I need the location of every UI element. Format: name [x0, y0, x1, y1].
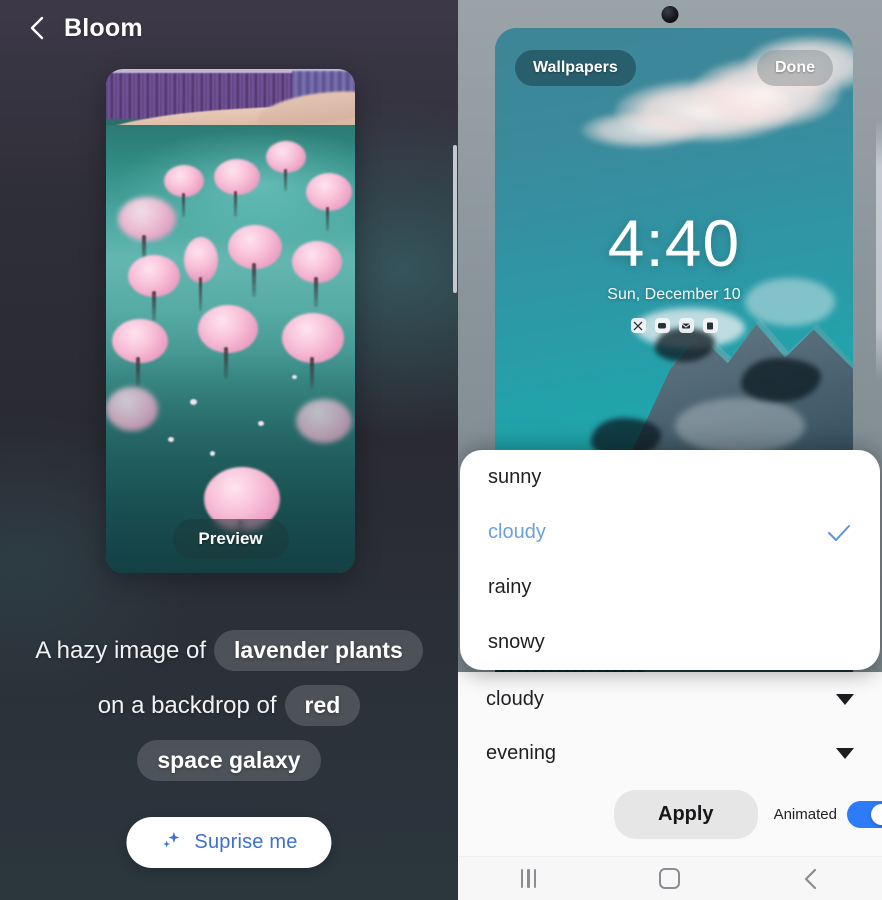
camera-punch-hole — [661, 6, 679, 23]
preview-image — [106, 69, 355, 573]
back-icon[interactable] — [776, 857, 846, 900]
panel-scrollbar[interactable] — [453, 145, 457, 293]
back-chevron-icon[interactable] — [22, 13, 52, 43]
android-nav-bar — [458, 856, 882, 900]
wallpapers-button[interactable]: Wallpapers — [515, 50, 636, 86]
prompt-line-2: on a backdrop of red — [18, 685, 440, 726]
animated-toggle-group: Animated — [774, 801, 882, 828]
recents-icon[interactable] — [494, 857, 564, 900]
prompt-builder: A hazy image of lavender plants on a bac… — [0, 630, 458, 795]
weather-dropdown-menu: sunny cloudy rainy snowy — [460, 450, 880, 670]
wallpaper-preview-card[interactable]: Preview — [106, 69, 355, 573]
prompt-chip-backdrop[interactable]: space galaxy — [137, 740, 321, 781]
dropdown-option-sunny[interactable]: sunny — [460, 450, 880, 505]
mail-icon[interactable] — [678, 318, 694, 333]
clipboard-icon[interactable] — [702, 318, 718, 333]
dropdown-option-label: cloudy — [488, 521, 546, 543]
weather-select-value: cloudy — [486, 687, 544, 710]
dropdown-option-label: rainy — [488, 576, 532, 598]
caret-down-icon — [836, 693, 854, 705]
message-icon[interactable] — [654, 318, 670, 333]
apply-button[interactable]: Apply — [614, 790, 758, 839]
wallpaper-settings-sheet: cloudy evening Apply Animated — [458, 672, 882, 856]
dropdown-option-label: snowy — [488, 631, 545, 653]
check-icon — [826, 523, 852, 543]
prompt-chip-subject[interactable]: lavender plants — [214, 630, 423, 671]
prompt-static-2: on a backdrop of — [97, 691, 277, 719]
generator-panel: Bloom Preview A hazy image of lavender p… — [0, 0, 458, 900]
caret-down-icon — [836, 747, 854, 759]
animated-toggle[interactable] — [846, 801, 882, 828]
action-row: Apply Animated — [458, 780, 882, 839]
done-button[interactable]: Done — [757, 50, 833, 86]
app-root: Bloom Preview A hazy image of lavender p… — [0, 0, 882, 900]
time-of-day-select[interactable]: evening — [458, 726, 882, 780]
page-title: Bloom — [64, 13, 143, 42]
animated-label: Animated — [773, 806, 837, 823]
dropdown-option-label: sunny — [488, 466, 542, 488]
phone-preview-panel: Wallpapers Done 4:40 Sun, December 10 cl… — [458, 0, 882, 900]
time-of-day-select-value: evening — [486, 741, 557, 764]
prompt-static-1: A hazy image of — [35, 636, 207, 664]
dropdown-option-cloudy[interactable]: cloudy — [460, 505, 880, 560]
home-icon[interactable] — [635, 857, 705, 900]
surprise-me-label: Suprise me — [194, 831, 298, 853]
toggle-knob — [870, 804, 882, 825]
lockscreen-date: Sun, December 10 — [607, 286, 741, 303]
weather-select[interactable]: cloudy — [458, 672, 882, 726]
surprise-me-button[interactable]: Suprise me — [126, 817, 332, 868]
prompt-line-1: A hazy image of lavender plants — [18, 630, 440, 671]
prompt-chip-color[interactable]: red — [284, 685, 361, 726]
notification-icons — [495, 318, 853, 333]
prompt-line-3: space galaxy — [18, 740, 440, 781]
top-bar: Bloom — [0, 0, 458, 56]
dropdown-option-snowy[interactable]: snowy — [460, 615, 880, 670]
dropdown-option-rainy[interactable]: rainy — [460, 560, 880, 615]
sparkle-icon — [160, 830, 182, 855]
lockscreen-clock: 4:40 — [607, 206, 741, 280]
preview-label[interactable]: Preview — [172, 519, 289, 559]
scissors-icon[interactable] — [630, 318, 646, 333]
